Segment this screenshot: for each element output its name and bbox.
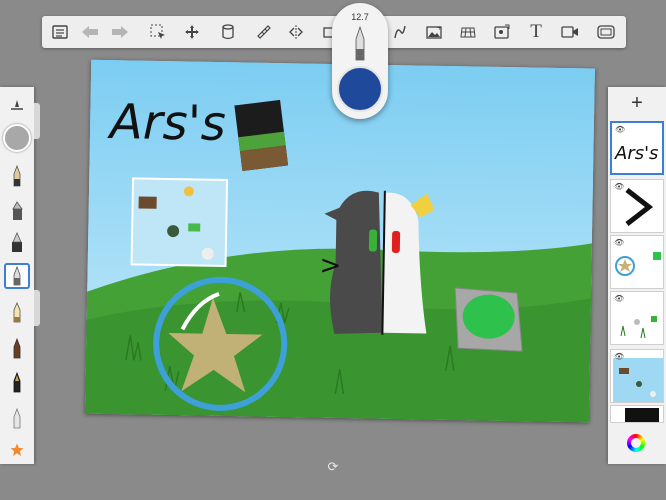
current-color-swatch[interactable] — [337, 66, 383, 112]
marker-brush-icon[interactable] — [4, 229, 30, 255]
video-icon[interactable] — [558, 20, 582, 44]
layers-panel: + 👁 Ars's 👁 👁 👁 👁 — [608, 87, 666, 464]
drawing-canvas[interactable]: Ars's > — [84, 59, 596, 423]
favorite-star-icon[interactable] — [4, 437, 30, 463]
canvas-reset-icon[interactable]: ⟳ — [325, 460, 341, 476]
pencil-brush-icon[interactable] — [4, 163, 30, 189]
layers-list-icon[interactable] — [48, 20, 72, 44]
color-wheel-icon[interactable] — [627, 434, 645, 452]
panel-handle-bottom[interactable] — [34, 290, 40, 326]
eye-icon[interactable]: 👁 — [614, 294, 624, 303]
fullscreen-icon[interactable] — [594, 20, 618, 44]
brush-opacity-knob[interactable] — [3, 124, 31, 152]
watercolor-brush-icon[interactable] — [4, 405, 30, 431]
eye-icon[interactable]: 👁 — [614, 352, 624, 361]
layer-arrow[interactable]: 👁 — [610, 179, 664, 233]
redo-icon[interactable] — [108, 20, 132, 44]
brush-size-value: 12.7 — [351, 12, 369, 22]
symmetry-icon[interactable] — [284, 20, 308, 44]
transform-icon[interactable] — [180, 20, 204, 44]
layer-screenshot[interactable]: 👁 — [610, 349, 664, 403]
paintbrush-icon[interactable] — [4, 369, 30, 395]
layer-grass[interactable]: 👁 — [610, 291, 664, 345]
brush-size-slider-icon[interactable] — [4, 93, 30, 119]
image-icon[interactable]: + — [422, 20, 446, 44]
ballpoint-brush-icon[interactable] — [4, 299, 30, 325]
artwork-title: Ars's — [107, 94, 227, 152]
airbrush-icon[interactable] — [4, 197, 30, 223]
grass-block-sprite — [234, 99, 289, 171]
current-brush-icon — [352, 25, 368, 66]
svg-text:+: + — [437, 25, 442, 32]
text-icon[interactable]: T — [524, 20, 548, 44]
curve-icon[interactable] — [388, 20, 412, 44]
brush-settings-popover[interactable]: 12.7 — [332, 3, 388, 119]
perspective-icon[interactable] — [456, 20, 480, 44]
brush-panel — [0, 87, 34, 464]
layer-star[interactable]: 👁 — [610, 235, 664, 289]
panel-handle-top[interactable] — [34, 103, 40, 139]
layer-title-text[interactable]: 👁 Ars's — [610, 121, 664, 175]
eye-icon[interactable]: 👁 — [615, 125, 625, 134]
eye-icon[interactable]: 👁 — [614, 238, 624, 247]
arrow-mark: > — [319, 251, 341, 281]
import-image-icon[interactable] — [490, 20, 514, 44]
chisel-brush-icon[interactable] — [4, 335, 30, 361]
undo-icon[interactable] — [78, 20, 102, 44]
selection-icon[interactable] — [146, 20, 170, 44]
green-button-object — [454, 287, 523, 352]
fill-bucket-icon[interactable] — [216, 20, 240, 44]
add-layer-button[interactable]: + — [626, 92, 648, 114]
svg-text:Ars's: Ars's — [614, 143, 658, 164]
layer-block[interactable] — [610, 405, 664, 423]
game-screenshot-thumbnail — [130, 177, 229, 268]
ruler-icon[interactable] — [252, 20, 276, 44]
eye-icon[interactable]: 👁 — [614, 182, 624, 191]
pen-brush-icon[interactable] — [4, 263, 30, 289]
